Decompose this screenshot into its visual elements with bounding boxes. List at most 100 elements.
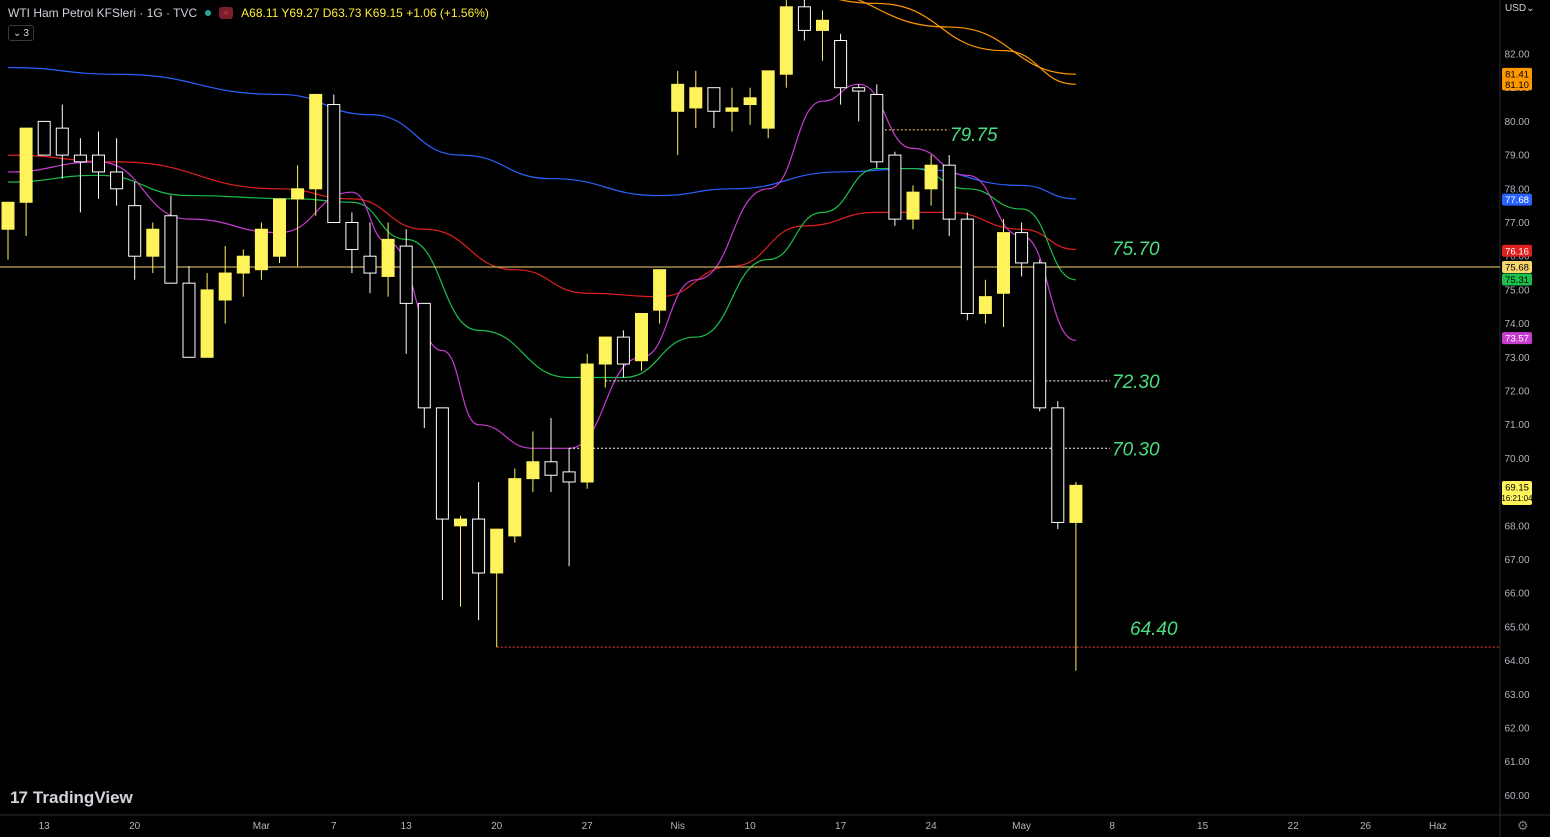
- candle-body: [761, 70, 775, 129]
- candle-body: [960, 218, 974, 314]
- price-chart[interactable]: 60.00 61.00 62.00 63.00 64.00 65.00 66.00 67.00…: [0, 0, 1550, 837]
- bull-candle: [309, 93, 323, 216]
- bear-candle: [435, 407, 449, 600]
- candle-body: [562, 471, 576, 483]
- price-badge-text: 75.68: [1505, 262, 1529, 273]
- candle-body: [37, 120, 51, 156]
- candle-body: [73, 154, 87, 163]
- symbol-title[interactable]: WTI Ham Petrol KFSleri · 1G · TVC: [8, 6, 197, 20]
- candle-body: [472, 518, 486, 574]
- bull-candle: [19, 127, 33, 236]
- currency-label: USD: [1505, 3, 1527, 14]
- y-tick-label: 77.00: [1504, 218, 1529, 229]
- x-tick-label: 13: [401, 821, 413, 832]
- bull-candle: [906, 185, 920, 230]
- level-label: 70.30: [1112, 439, 1160, 460]
- x-tick-label: 26: [1360, 821, 1372, 832]
- bull-candle: [200, 273, 214, 358]
- candle-body: [435, 407, 449, 520]
- bull-candle: [653, 269, 667, 324]
- candle-body: [1051, 407, 1065, 523]
- candle-body: [1015, 232, 1029, 264]
- candle-body: [707, 87, 721, 112]
- bull-candle: [978, 279, 992, 324]
- candle-body: [797, 6, 811, 31]
- settings-gear-icon[interactable]: ⚙: [1517, 818, 1529, 834]
- indicators-toggle-button[interactable]: ⌄ 3: [8, 25, 34, 41]
- candle-body: [924, 164, 938, 190]
- tradingview-logo[interactable]: 17 TradingView: [10, 788, 133, 808]
- y-tick-label: 74.00: [1504, 319, 1529, 330]
- x-tick-label: 20: [129, 821, 141, 832]
- price-badge-text: 69.15: [1505, 483, 1529, 494]
- level-label: 75.70: [1112, 239, 1160, 260]
- x-tick-label: 22: [1288, 821, 1300, 832]
- bear-candle: [345, 212, 359, 274]
- x-tick-label: May: [1012, 821, 1031, 832]
- y-tick-label: 66.00: [1504, 589, 1529, 600]
- indicators-count: 3: [23, 27, 29, 39]
- candle-body: [870, 93, 884, 163]
- tradingview-mark-icon: 17: [10, 788, 28, 807]
- price-axis-badge: 81.10: [1502, 78, 1532, 91]
- chart-header: WTI Ham Petrol KFSleri · 1G · TVC ≈ A68.…: [8, 6, 489, 20]
- x-tick-label: Nis: [670, 821, 684, 832]
- candle-body: [544, 461, 558, 476]
- bull-candle: [725, 87, 739, 132]
- price-badge-text: 77.68: [1505, 195, 1529, 206]
- level-label: 79.75: [950, 125, 998, 146]
- bear-candle: [1033, 259, 1047, 412]
- bull-candle: [273, 198, 286, 263]
- bull-candle: [236, 249, 250, 297]
- candle-body: [580, 363, 594, 483]
- level-label: 72.30: [1112, 372, 1160, 393]
- ohlc-values: A68.11 Y69.27 D63.73 K69.15: [241, 6, 403, 20]
- candle-body: [508, 478, 522, 537]
- bull-candle: [689, 70, 703, 129]
- x-tick-label: 15: [1197, 821, 1209, 832]
- bear-candle: [1051, 401, 1065, 530]
- bull-candle: [580, 353, 594, 489]
- data-mode-icon[interactable]: ≈: [219, 7, 234, 19]
- y-tick-label: 61.00: [1504, 757, 1529, 768]
- candle-body: [816, 19, 829, 31]
- y-tick-label: 68.00: [1504, 521, 1529, 532]
- candle-body: [417, 302, 431, 409]
- y-tick-label: 80.00: [1504, 117, 1529, 128]
- bear-candle: [1015, 222, 1029, 277]
- currency-selector[interactable]: USD⌄: [1505, 3, 1535, 14]
- bear-candle: [363, 222, 377, 294]
- moving-average-line: [857, 0, 1076, 75]
- bull-candle: [1069, 481, 1083, 671]
- candle-body: [128, 205, 142, 257]
- candle-body: [218, 272, 232, 301]
- bear-candle: [128, 182, 142, 280]
- bull-candle: [146, 222, 160, 274]
- candle-body: [1033, 262, 1047, 409]
- candle-body: [598, 336, 612, 365]
- candle-body: [454, 518, 467, 527]
- candle-body: [725, 107, 739, 112]
- y-tick-label: 73.00: [1504, 353, 1529, 364]
- candle-body: [978, 296, 992, 314]
- candle-body: [906, 191, 920, 220]
- bear-candle: [182, 266, 196, 358]
- y-tick-label: 71.00: [1504, 420, 1529, 431]
- candle-body: [327, 104, 341, 223]
- x-tick-label: 10: [745, 821, 757, 832]
- price-badge-text: 81.10: [1505, 80, 1529, 91]
- candle-body: [942, 164, 956, 220]
- price-badge-text: 76.16: [1505, 246, 1529, 257]
- bull-candle: [779, 0, 793, 88]
- change-readout: +1.06 (+1.56%): [406, 6, 489, 20]
- chevron-down-icon: ⌄: [1526, 3, 1535, 14]
- x-tick-label: 13: [39, 821, 51, 832]
- candle-body: [236, 255, 250, 274]
- bull-candle: [218, 246, 232, 324]
- bear-candle: [834, 33, 848, 105]
- bull-candle: [671, 70, 685, 156]
- bear-candle: [472, 481, 486, 621]
- countdown-text: 16:21:04: [1501, 494, 1533, 503]
- x-tick-label: 7: [331, 821, 337, 832]
- bear-candle: [37, 120, 51, 156]
